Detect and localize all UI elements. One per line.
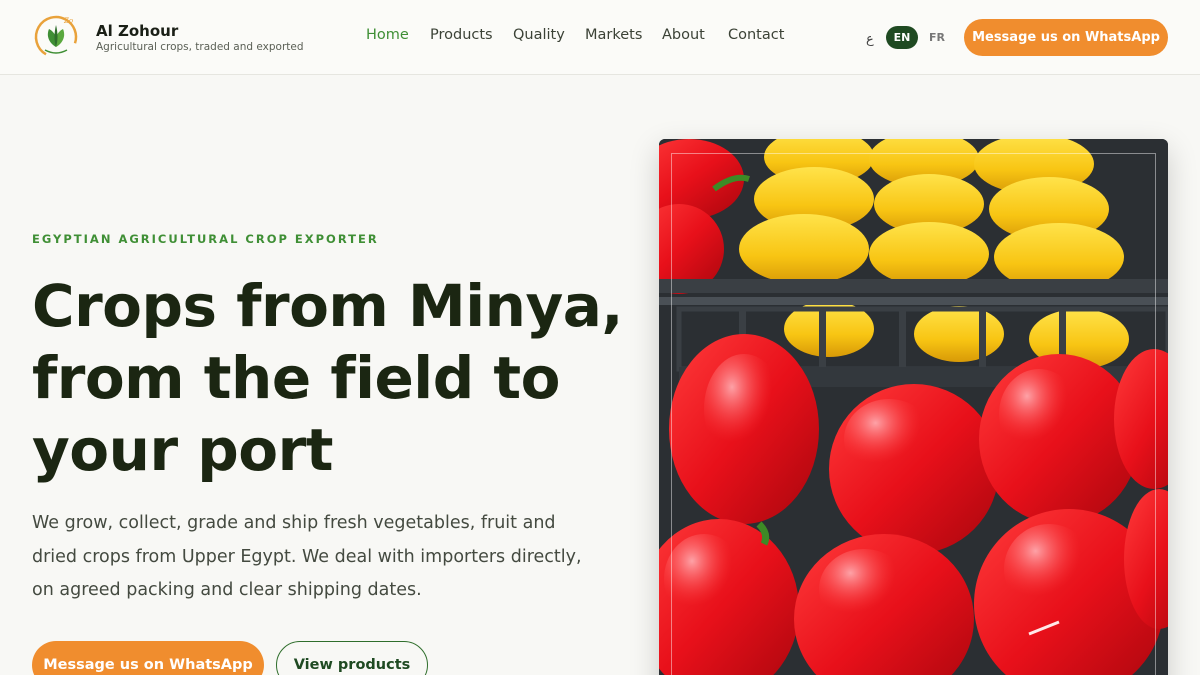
brand-tagline: Agricultural crops, traded and exported bbox=[96, 41, 304, 53]
nav-markets[interactable]: Markets bbox=[585, 27, 642, 43]
hero-title-line: your port bbox=[32, 416, 333, 484]
hero-eyebrow: EGYPTIAN AGRICULTURAL CROP EXPORTER bbox=[32, 232, 379, 246]
lang-arabic[interactable]: ع bbox=[866, 32, 874, 47]
brand-name[interactable]: Al Zohour bbox=[96, 22, 178, 40]
hero-title-line: Crops from Minya, bbox=[32, 272, 623, 340]
site-header: Zo Al Zohour Agricultural crops, traded … bbox=[0, 0, 1200, 75]
nav-products[interactable]: Products bbox=[430, 27, 493, 43]
svg-text:Zo: Zo bbox=[63, 17, 73, 25]
lang-french[interactable]: FR bbox=[929, 31, 945, 44]
header-whatsapp-button[interactable]: Message us on WhatsApp bbox=[964, 19, 1168, 56]
view-products-button[interactable]: View products bbox=[276, 641, 428, 675]
nav-home[interactable]: Home bbox=[366, 27, 409, 43]
nav-contact[interactable]: Contact bbox=[728, 27, 784, 43]
nav-quality[interactable]: Quality bbox=[513, 27, 565, 43]
bell-peppers-image bbox=[659, 139, 1168, 675]
hero-title: Crops from Minya, from the field to your… bbox=[32, 270, 632, 486]
lang-english[interactable]: EN bbox=[886, 26, 918, 49]
leaf-logo-icon[interactable]: Zo bbox=[31, 13, 81, 61]
hero-whatsapp-button[interactable]: Message us on WhatsApp bbox=[32, 641, 264, 675]
hero-title-line: from the field to bbox=[32, 344, 560, 412]
nav-about[interactable]: About bbox=[662, 27, 705, 43]
hero-description: We grow, collect, grade and ship fresh v… bbox=[32, 513, 582, 600]
